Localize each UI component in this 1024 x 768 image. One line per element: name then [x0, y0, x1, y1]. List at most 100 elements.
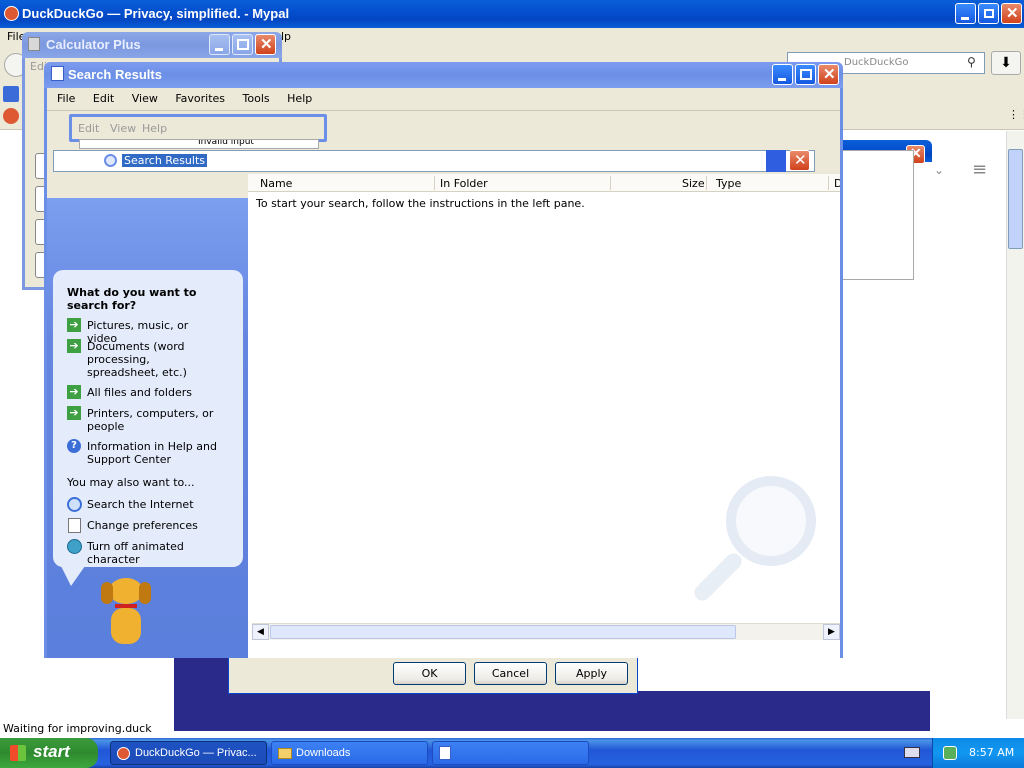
arrow-right-icon: ➔ — [67, 385, 81, 399]
search-icon[interactable]: ⚲ — [967, 55, 976, 69]
magnifier-handle — [691, 550, 745, 604]
windows-logo-icon — [10, 745, 26, 761]
minimize-button[interactable] — [955, 3, 976, 24]
option-label[interactable]: Documents (word processing, spreadsheet,… — [87, 340, 219, 379]
task-search[interactable] — [432, 741, 589, 765]
option-label[interactable]: Printers, computers, or people — [87, 407, 219, 433]
task-browser[interactable]: DuckDuckGo — Privac... — [110, 741, 267, 765]
preferences-icon — [68, 518, 81, 533]
duckduckgo-tab-icon[interactable] — [3, 108, 19, 124]
menu-edit[interactable]: Edit — [93, 92, 114, 105]
arrow-right-icon: ➔ — [67, 339, 81, 353]
search-companion-pane: What do you want to search for? ➔ Pictur… — [47, 198, 248, 658]
menubar-divider — [47, 110, 840, 111]
search-close-button[interactable]: ✕ — [818, 64, 839, 85]
browser-titlebar[interactable]: DuckDuckGo — Privacy, simplified. - Mypa… — [0, 0, 1024, 28]
search-window-icon — [51, 66, 64, 81]
menu-tools[interactable]: Tools — [243, 92, 270, 105]
calc-maximize-button[interactable] — [232, 34, 253, 55]
calculator-title: Calculator Plus — [46, 37, 141, 52]
arrow-right-icon: ➔ — [67, 318, 81, 332]
character-icon — [67, 539, 82, 554]
results-pane: Name In Folder Size Type D To start your… — [248, 174, 840, 658]
ok-button[interactable]: OK — [393, 662, 466, 685]
also-label[interactable]: Change preferences — [87, 519, 237, 532]
search-window: Search Results ✕ File Edit View Favorite… — [44, 62, 843, 658]
arrow-right-icon: ➔ — [67, 406, 81, 420]
keyboard-icon[interactable] — [904, 747, 920, 758]
column-in-folder[interactable]: In Folder — [440, 177, 488, 190]
search-body: File Edit View Favorites Tools Help Edit… — [44, 88, 843, 658]
scrollbar-thumb[interactable] — [1008, 149, 1023, 249]
task-downloads[interactable]: Downloads — [271, 741, 428, 765]
ghost-menu-help: Help — [142, 122, 168, 135]
horizontal-scrollbar[interactable]: ◀ ▶ — [252, 623, 840, 640]
apply-button[interactable]: Apply — [555, 662, 628, 685]
search-window-icon — [439, 746, 451, 760]
network-icon[interactable] — [943, 746, 957, 760]
download-button[interactable]: ⬇ — [991, 51, 1021, 75]
browser-scrollbar[interactable] — [1006, 131, 1024, 719]
start-button[interactable]: start — [0, 738, 98, 768]
taskbar: start DuckDuckGo — Privac... Downloads 8… — [0, 738, 1024, 768]
menu-favorites[interactable]: Favorites — [175, 92, 225, 105]
menu-help[interactable]: lp — [281, 30, 291, 43]
bookmark-icon[interactable] — [3, 86, 19, 102]
menu-help[interactable]: Help — [287, 92, 312, 105]
calc-minimize-button[interactable] — [209, 34, 230, 55]
column-divider — [706, 176, 707, 190]
search-input[interactable]: DuckDuckGo — [844, 57, 909, 68]
results-header: Name In Folder Size Type D — [248, 174, 840, 192]
task-label: Downloads — [296, 747, 351, 759]
address-bar[interactable]: Search Results — [53, 150, 815, 172]
help-icon: ? — [67, 439, 81, 453]
address-close-button[interactable]: ✕ — [789, 150, 810, 171]
also-label[interactable]: Turn off animated character — [87, 540, 237, 566]
companion-heading: What do you want to search for? — [67, 286, 197, 312]
address-dropdown-button[interactable] — [766, 150, 786, 172]
overflow-icon[interactable]: ⋮⋮ — [1008, 108, 1024, 121]
address-input[interactable]: Search Results — [122, 154, 208, 167]
menu-file[interactable]: File — [57, 92, 75, 105]
close-icon: ✕ — [823, 66, 836, 83]
column-size[interactable]: Size — [682, 177, 705, 190]
menu-view[interactable]: View — [132, 92, 158, 105]
balloon-tail — [61, 566, 85, 586]
close-button[interactable]: ✕ — [1001, 3, 1022, 24]
column-divider — [610, 176, 611, 190]
scroll-thumb[interactable] — [270, 625, 736, 639]
ghost-text: Invalid input — [198, 139, 254, 147]
ghost-menubar: Edit View Help — [69, 114, 327, 142]
dog-ear — [101, 582, 113, 604]
scroll-right-button[interactable]: ▶ — [823, 624, 840, 640]
search-minimize-button[interactable] — [772, 64, 793, 85]
page-dropdown-icon[interactable]: ⌄ — [934, 163, 944, 177]
folder-icon — [278, 748, 292, 759]
cancel-button[interactable]: Cancel — [474, 662, 547, 685]
rover-dog-character[interactable] — [99, 578, 155, 648]
duckduckgo-icon — [117, 747, 130, 760]
search-maximize-button[interactable] — [795, 64, 816, 85]
hamburger-icon[interactable]: ≡ — [972, 159, 987, 180]
option-label[interactable]: Information in Help and Support Center — [87, 440, 219, 466]
calc-close-button[interactable]: ✕ — [255, 34, 276, 55]
companion-balloon: What do you want to search for? ➔ Pictur… — [53, 270, 243, 567]
dog-head — [109, 578, 143, 604]
dog-ear — [139, 582, 151, 604]
clock[interactable]: 8:57 AM — [969, 746, 1014, 759]
calculator-titlebar[interactable]: Calculator Plus ✕ — [22, 32, 282, 58]
column-name[interactable]: Name — [260, 177, 292, 190]
column-date[interactable]: D — [834, 177, 840, 190]
also-heading: You may also want to... — [67, 476, 195, 489]
folder-search-icon — [104, 154, 117, 167]
also-label[interactable]: Search the Internet — [87, 498, 237, 511]
search-internet-icon — [67, 497, 82, 512]
search-window-title: Search Results — [68, 67, 162, 82]
option-label[interactable]: All files and folders — [87, 386, 219, 399]
column-divider — [434, 176, 435, 190]
close-icon: ✕ — [260, 36, 273, 53]
search-titlebar[interactable]: Search Results ✕ — [44, 62, 843, 88]
column-type[interactable]: Type — [716, 177, 741, 190]
restore-button[interactable] — [978, 3, 999, 24]
scroll-left-button[interactable]: ◀ — [252, 624, 269, 640]
